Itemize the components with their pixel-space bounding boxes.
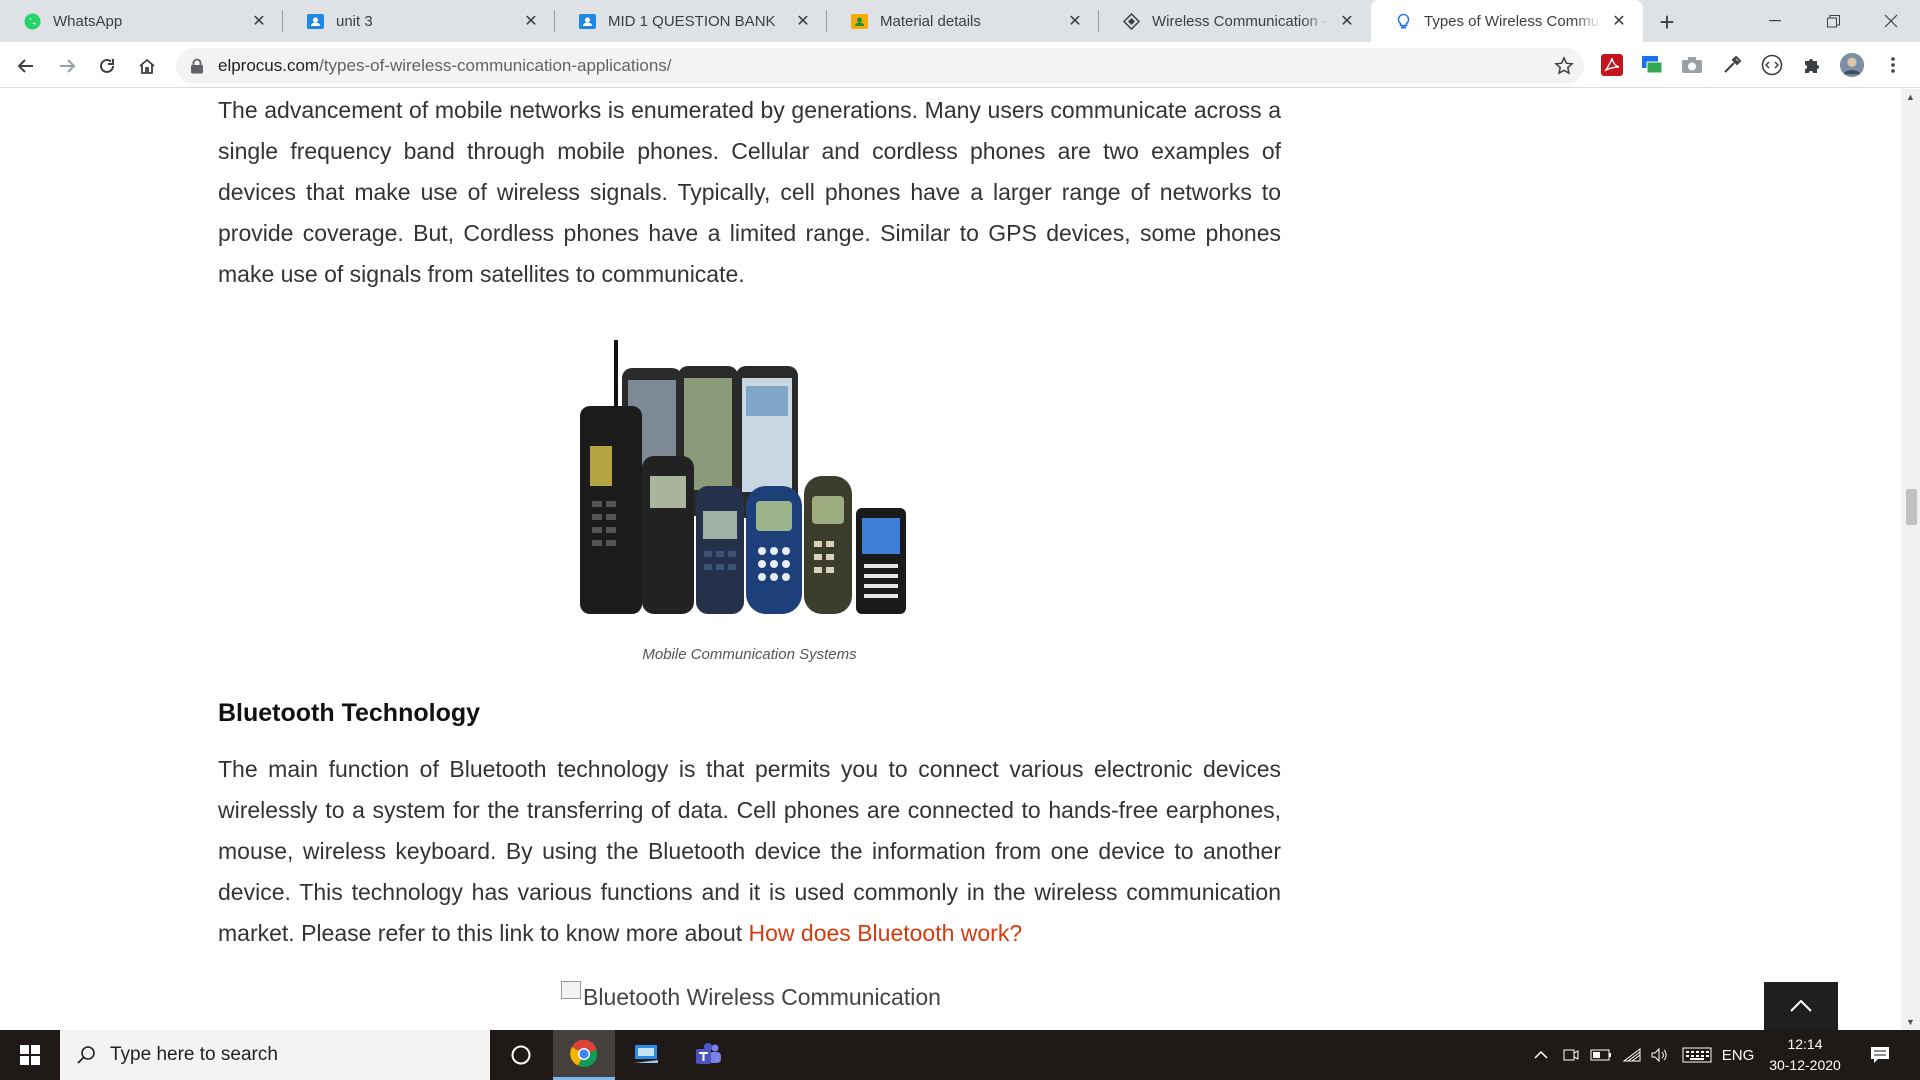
chrome-icon (570, 1039, 598, 1067)
taskbar-teams-button[interactable] (677, 1030, 739, 1080)
taskbar-chrome-button[interactable] (553, 1030, 615, 1080)
search-placeholder: Type here to search (110, 1044, 278, 1065)
windows-taskbar: Type here to search ENG 12:14 30-12-2020 (0, 1030, 1920, 1080)
close-tab-icon[interactable]: ✕ (1337, 11, 1357, 31)
bluetooth-image-alt-text: Bluetooth Wireless Communication (583, 984, 941, 1010)
google-classroom-icon (307, 13, 324, 30)
input-language-indicator[interactable]: ENG (1718, 1030, 1758, 1080)
tab-title: Types of Wireless Communic (1424, 12, 1601, 30)
volume-icon[interactable] (1648, 1030, 1672, 1080)
cortana-button[interactable] (490, 1030, 552, 1080)
tab-unit-3[interactable]: unit 3 ✕ (283, 0, 555, 42)
address-bar[interactable]: elprocus.com/types-of-wireless-communica… (176, 48, 1584, 84)
search-icon (77, 1046, 95, 1064)
figure-mobile-phones: Mobile Communication Systems (218, 336, 1281, 663)
url-path: /types-of-wireless-communication-applica… (319, 56, 672, 75)
page-scrollbar[interactable]: ▲ ▼ (1901, 89, 1920, 1030)
tab-title: unit 3 (336, 12, 373, 30)
back-to-top-button[interactable] (1764, 982, 1838, 1030)
camera-extension-icon[interactable] (1679, 52, 1705, 78)
battery-icon[interactable] (1588, 1030, 1614, 1080)
tab-types-of-wireless-communication[interactable]: Types of Wireless Communic ✕ (1371, 0, 1643, 42)
chevron-up-icon (1790, 999, 1812, 1012)
taskbar-files-button[interactable] (615, 1030, 677, 1080)
scroll-down-arrow-icon[interactable]: ▼ (1901, 1014, 1920, 1030)
code-extension-icon[interactable] (1759, 52, 1785, 78)
lightbulb-icon (1395, 13, 1412, 30)
touch-keyboard-icon[interactable] (1680, 1030, 1714, 1080)
scroll-up-arrow-icon[interactable]: ▲ (1901, 89, 1920, 105)
bluetooth-work-link[interactable]: How does Bluetooth work? (749, 920, 1023, 946)
windows-logo-icon (20, 1045, 40, 1065)
new-tab-button[interactable]: + (1653, 7, 1681, 37)
close-window-button[interactable] (1862, 0, 1920, 42)
tab-title: MID 1 QUESTION BANK (608, 12, 776, 30)
tab-mid-1-question-bank[interactable]: MID 1 QUESTION BANK ✕ (555, 0, 827, 42)
eyedropper-extension-icon[interactable] (1719, 52, 1745, 78)
monitor-files-icon (634, 1045, 658, 1063)
tab-material-details[interactable]: Material details ✕ (827, 0, 1099, 42)
close-tab-icon[interactable]: ✕ (793, 11, 813, 31)
cortana-circle-icon (511, 1045, 531, 1065)
restore-window-button[interactable] (1804, 0, 1862, 42)
broken-image-icon (561, 980, 581, 999)
paragraph-bluetooth: The main function of Bluetooth technolog… (218, 749, 1281, 954)
profile-avatar[interactable] (1839, 52, 1865, 78)
tab-title: Wireless Communication - O (1152, 12, 1329, 30)
meet-now-icon[interactable] (1560, 1030, 1582, 1080)
close-tab-icon[interactable]: ✕ (249, 11, 269, 31)
google-classroom-icon (579, 13, 596, 30)
home-icon (139, 58, 155, 74)
tab-wireless-communication[interactable]: Wireless Communication - O ✕ (1099, 0, 1371, 42)
bluetooth-image-placeholder: Bluetooth Wireless Communication (561, 980, 941, 1011)
wifi-icon[interactable] (1620, 1030, 1644, 1080)
paragraph-mobile-communication: The advancement of mobile networks is en… (218, 97, 1281, 287)
system-clock[interactable]: 12:14 30-12-2020 (1760, 1030, 1850, 1080)
close-tab-icon[interactable]: ✕ (1065, 11, 1085, 31)
browser-tab-strip: WhatsApp ✕ unit 3 ✕ MID 1 QUESTION BANK … (0, 0, 1920, 42)
clock-time: 12:14 (1787, 1036, 1823, 1052)
lock-icon[interactable] (190, 58, 204, 79)
close-tab-icon[interactable]: ✕ (1609, 11, 1629, 31)
notification-icon (1871, 1047, 1889, 1063)
tab-title: Material details (880, 12, 981, 30)
bookmark-star-icon[interactable] (1554, 56, 1574, 81)
page-content: The advancement of mobile networks is en… (0, 89, 1901, 1030)
action-center-button[interactable] (1862, 1030, 1898, 1080)
google-classroom-icon (851, 13, 868, 30)
minimize-window-button[interactable] (1746, 0, 1804, 42)
browser-toolbar: elprocus.com/types-of-wireless-communica… (0, 42, 1920, 88)
forward-arrow-icon (60, 59, 76, 73)
back-arrow-icon (17, 59, 33, 73)
reload-button[interactable] (91, 50, 123, 82)
mobile-phones-image (580, 340, 906, 614)
show-hidden-icons-button[interactable] (1530, 1030, 1552, 1080)
tab-whatsapp[interactable]: WhatsApp ✕ (0, 0, 283, 42)
paragraph-bluetooth-text: The main function of Bluetooth technolog… (218, 756, 1281, 946)
back-button[interactable] (10, 50, 42, 82)
reload-icon (100, 58, 114, 73)
extensions-puzzle-icon[interactable] (1799, 52, 1825, 78)
url-domain: elprocus.com (218, 56, 320, 75)
forward-button[interactable] (51, 50, 83, 82)
acrobat-extension-icon[interactable] (1599, 52, 1625, 78)
chevron-up-icon (1534, 1051, 1548, 1059)
home-button[interactable] (131, 50, 163, 82)
screen-share-extension-icon[interactable] (1639, 52, 1665, 78)
chrome-menu-icon[interactable] (1880, 52, 1906, 78)
teams-icon (696, 1043, 721, 1064)
url-text[interactable]: elprocus.com/types-of-wireless-communica… (218, 48, 672, 84)
taskbar-search-box[interactable]: Type here to search (60, 1030, 490, 1080)
close-tab-icon[interactable]: ✕ (521, 11, 541, 31)
scrollbar-thumb[interactable] (1906, 489, 1917, 525)
clock-date: 30-12-2020 (1769, 1057, 1841, 1073)
heading-bluetooth-technology: Bluetooth Technology (218, 699, 481, 727)
site-diamond-icon (1123, 12, 1140, 30)
windows-start-button[interactable] (0, 1030, 60, 1080)
tab-title: WhatsApp (53, 12, 123, 30)
figure-caption: Mobile Communication Systems (642, 646, 857, 663)
whatsapp-icon (24, 13, 41, 30)
